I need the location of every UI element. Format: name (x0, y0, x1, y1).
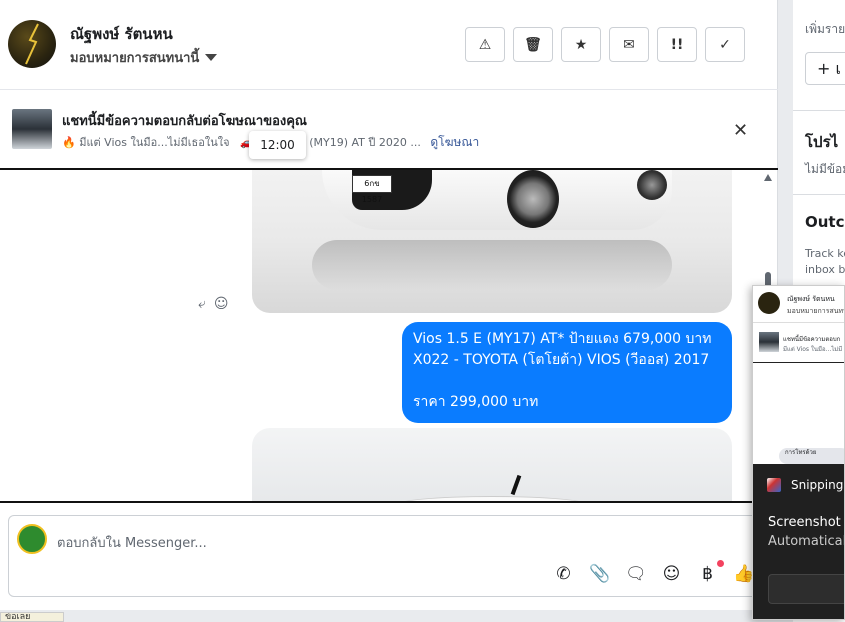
message-tools: ⤶ ☺ (198, 296, 228, 312)
contact-name[interactable]: ณัฐพงษ์ รัตนหน (70, 22, 173, 46)
outcome-line: inbox b (805, 263, 845, 276)
saved-replies-icon[interactable]: 🗨 (625, 564, 647, 584)
preview-divider (753, 362, 844, 363)
ad-subtitle-text: มีแต่ Vios ในมือ...ไม่มีเธอในใจ (79, 136, 230, 149)
promo-heading: โปรไ (805, 133, 839, 151)
message-composer[interactable]: ตอบกลับใน Messenger... ✆ 📎 🗨 ☺ ฿ 👍 (8, 515, 774, 597)
composer-tools: ✆ 📎 🗨 ☺ ฿ 👍 (553, 560, 754, 584)
star-icon: ★ (574, 36, 588, 53)
toast-line: Automaticall (768, 534, 845, 549)
toast-title: Snipping T (791, 478, 844, 492)
reply-input[interactable]: ตอบกลับใน Messenger... (57, 532, 207, 553)
divider (793, 194, 845, 195)
toast-button[interactable] (768, 574, 844, 604)
page-avatar (17, 524, 47, 554)
assign-label: มอบหมายการสนทนานี้ (70, 51, 200, 66)
caret-down-icon (205, 54, 218, 61)
contact-avatar[interactable] (8, 20, 56, 68)
preview-title: แชทนี้มีข้อความตอบก (783, 336, 841, 343)
mark-spam-button[interactable]: ⚠ (465, 27, 505, 62)
car-photo-message[interactable]: 6กข 1587 (252, 170, 732, 313)
message-thread[interactable]: 6กข 1587 ⤶ ☺ Vios 1.5 E (MY17) AT* ป้ายแ… (0, 170, 778, 503)
car-photo-message-2[interactable] (252, 428, 732, 501)
header-actions: ⚠ 🗑 ★ ✉ !! ✓ (465, 27, 745, 62)
phone-icon[interactable]: ✆ (553, 564, 574, 584)
avatar-lightning-icon (25, 23, 39, 65)
preview-bubble: การโทรด้วย (779, 448, 844, 464)
ad-thumbnail (12, 109, 52, 149)
delete-button[interactable]: 🗑 (513, 27, 553, 62)
trash-icon: 🗑 (524, 36, 542, 53)
baht-icon[interactable]: ฿ (697, 560, 724, 584)
preview-thumbnail (759, 332, 779, 352)
app-root: ณัฐพงษ์ รัตนหน มอบหมายการสนทนานี้ ⚠ 🗑 ★ … (0, 0, 845, 622)
thumbs-up-icon[interactable]: 👍 (733, 564, 754, 584)
preview-avatar (758, 292, 780, 314)
outcome-description: Track ke inbox b (805, 246, 845, 278)
car-roof (392, 496, 592, 501)
exclamation-icon: !! (670, 36, 684, 53)
emoji-icon[interactable]: ☺ (661, 564, 682, 584)
car-wheel (507, 170, 559, 228)
mark-unread-button[interactable]: ✉ (609, 27, 649, 62)
car-wheel-rear (637, 170, 667, 200)
star-button[interactable]: ★ (561, 27, 601, 62)
license-plate: 6กข 1587 (352, 175, 392, 204)
ad-subtitle-tail: igh (MY19) AT ปี 2020 ... (288, 136, 421, 149)
scroll-up-arrow-icon[interactable] (764, 174, 772, 181)
sent-message-bubble[interactable]: Vios 1.5 E (MY17) AT* ป้ายแดง 679,000 บา… (402, 322, 732, 423)
snipping-tool-notification[interactable]: ณัฐพงษ์ รัตนหน มอบหมายการสนทนา แชทนี้มีข… (752, 285, 845, 620)
toast-line: Screenshot c (768, 515, 845, 530)
message-line: Vios 1.5 E (MY17) AT* ป้ายแดง 679,000 บา… (413, 331, 712, 347)
preview-assign: มอบหมายการสนทนา (787, 307, 844, 315)
warning-icon: ⚠ (478, 36, 492, 53)
promo-empty-text: ไม่มีข้อมู (805, 162, 845, 176)
preview-name: ณัฐพงษ์ รัตนหน (787, 295, 835, 303)
car-antenna (510, 474, 522, 496)
reply-icon[interactable]: ⤶ (198, 296, 206, 312)
preview-divider (753, 322, 844, 323)
check-icon: ✓ (719, 36, 731, 53)
add-label-text: เพิ่มราย (805, 22, 845, 36)
outcome-line: Track ke (805, 247, 845, 260)
snipping-tool-icon (767, 478, 781, 492)
bottom-tab[interactable]: ข้อเลย (0, 612, 64, 622)
notification-dot (717, 560, 724, 567)
assign-conversation-dropdown[interactable]: มอบหมายการสนทนานี้ (70, 47, 218, 68)
view-ad-link[interactable]: ดูโฆษณา (430, 135, 479, 149)
mark-done-button[interactable]: ✓ (705, 27, 745, 62)
timestamp-tooltip: 12:00 (249, 131, 306, 159)
message-line: ราคา 299,000 บาท (413, 394, 539, 410)
follow-up-button[interactable]: !! (657, 27, 697, 62)
floor-reflection (312, 240, 672, 290)
attachment-icon[interactable]: 📎 (589, 564, 610, 584)
message-line (413, 371, 721, 392)
add-label-button[interactable]: + เ (805, 52, 845, 85)
message-line: X022 - TOYOTA (โตโยต้า) VIOS (วีออส) 201… (413, 352, 710, 368)
outcome-heading: Outco (805, 213, 845, 231)
divider (793, 110, 845, 111)
chat-panel: ณัฐพงษ์ รัตนหน มอบหมายการสนทนานี้ ⚠ 🗑 ★ … (0, 0, 778, 610)
snipping-toast[interactable]: Snipping T Screenshot c Automaticall (753, 464, 845, 619)
fire-icon: 🔥 (62, 136, 76, 149)
emoji-react-icon[interactable]: ☺ (214, 296, 229, 312)
preview-subtitle: มีแต่ Vios ในมือ...ไม่มี (783, 346, 843, 353)
ad-banner-title: แชทนี้มีข้อความตอบกลับต่อโฆษณาของคุณ (62, 114, 307, 129)
screenshot-preview[interactable]: ณัฐพงษ์ รัตนหน มอบหมายการสนทนา แชทนี้มีข… (753, 286, 844, 466)
ad-reply-banner: แชทนี้มีข้อความตอบกลับต่อโฆษณาของคุณ 🔥 ม… (0, 90, 778, 170)
conversation-header: ณัฐพงษ์ รัตนหน มอบหมายการสนทนานี้ ⚠ 🗑 ★ … (0, 0, 778, 90)
close-banner-icon[interactable]: ✕ (733, 120, 748, 141)
envelope-icon: ✉ (623, 36, 635, 53)
